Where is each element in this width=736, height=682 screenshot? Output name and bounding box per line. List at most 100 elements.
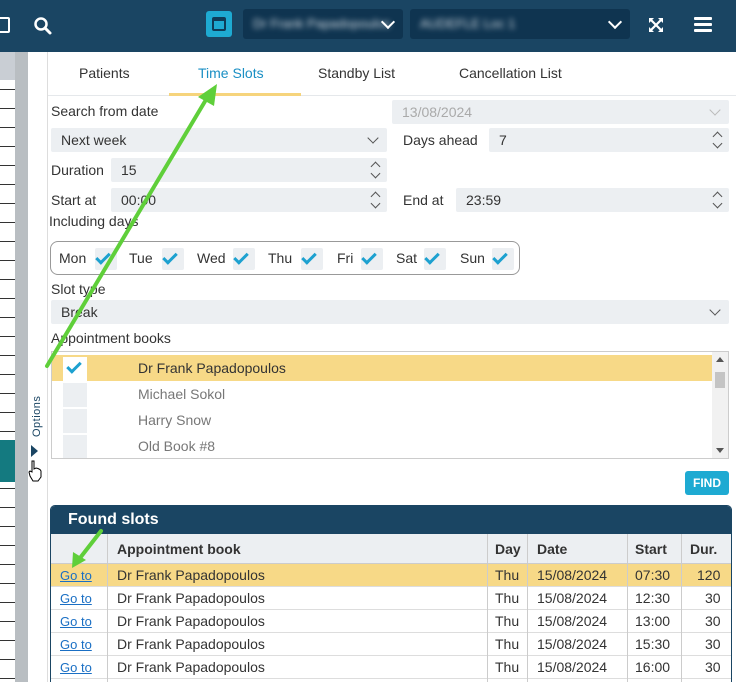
day-label-mon: Mon [59, 250, 87, 266]
calendar-grid-header [0, 52, 15, 80]
book-checkbox[interactable] [63, 383, 87, 407]
cell-duration: 30 [705, 659, 721, 675]
go-to-link[interactable]: Go to [60, 591, 92, 606]
cell-duration: 30 [705, 613, 721, 629]
column-appointment-book: Appointment book [117, 541, 241, 557]
day-label-sat: Sat [396, 250, 418, 266]
day-checkbox-sun[interactable] [492, 248, 514, 270]
cell-date: 15/08/2024 [537, 567, 608, 583]
expand-arrow-icon[interactable] [31, 445, 38, 457]
options-sidebar[interactable]: Options [28, 52, 48, 682]
slot-type-value: Break [61, 304, 98, 320]
day-checkbox-fri[interactable] [361, 248, 383, 270]
scroll-gutter [15, 52, 28, 682]
days-ahead-input[interactable]: 7 [489, 128, 729, 152]
expand-icon[interactable] [648, 17, 664, 33]
table-header: Appointment book Day Date Start Dur. [51, 534, 731, 564]
tab-standby-list[interactable]: Standby List [318, 65, 395, 81]
cell-start: 12:30 [635, 590, 671, 606]
top-bar: Dr Frank Papadopoulos AUDEFLE Loc 1 [0, 0, 736, 52]
time-slots-panel: Patients Time Slots Standby List Cancell… [48, 52, 736, 682]
duration-value: 15 [121, 162, 137, 178]
tab-patients[interactable]: Patients [79, 65, 130, 81]
appointment-books-label: Appointment books [51, 330, 171, 346]
spinner-icon[interactable] [713, 130, 723, 150]
table-row: Go to Dr Frank Papadopoulos Thu 15/08/20… [51, 564, 731, 587]
spinner-icon[interactable] [371, 160, 381, 180]
book-checkbox[interactable] [63, 357, 87, 381]
cell-day: Thu [495, 636, 520, 652]
list-scrollbar[interactable] [712, 352, 728, 458]
cell-book: Dr Frank Papadopoulos [117, 590, 265, 606]
list-item[interactable]: Michael Sokol [52, 381, 712, 407]
calendar-icon [212, 17, 226, 31]
start-at-input[interactable]: 00:00 [111, 188, 387, 212]
scroll-thumb[interactable] [715, 372, 725, 388]
book-checkbox[interactable] [63, 409, 87, 433]
calendar-grid-strip [0, 52, 15, 682]
chevron-down-icon [709, 304, 721, 316]
column-duration: Dur. [690, 541, 718, 557]
tab-time-slots[interactable]: Time Slots [198, 65, 264, 81]
location-select-value: AUDEFLE Loc 1 [420, 16, 516, 31]
spinner-icon[interactable] [713, 190, 723, 210]
chevron-down-icon [607, 14, 623, 30]
scroll-down-icon[interactable] [716, 448, 724, 453]
list-item[interactable]: Dr Frank Papadopoulos [52, 355, 712, 381]
calendar-button[interactable] [206, 11, 232, 37]
date-range-select[interactable]: Next week [51, 128, 387, 152]
cell-duration: 30 [705, 590, 721, 606]
end-at-value: 23:59 [466, 192, 502, 208]
day-checkbox-mon[interactable] [95, 248, 117, 270]
column-start: Start [635, 541, 667, 557]
book-name: Harry Snow [138, 412, 212, 428]
location-select[interactable]: AUDEFLE Loc 1 [410, 9, 630, 39]
day-label-sun: Sun [460, 250, 485, 266]
column-divider [527, 534, 528, 682]
doctor-select[interactable]: Dr Frank Papadopoulos [243, 9, 403, 39]
tab-bar: Patients Time Slots Standby List Cancell… [48, 52, 736, 96]
duration-input[interactable]: 15 [111, 158, 387, 182]
go-to-link[interactable]: Go to [60, 660, 92, 675]
calendar-appointment-block[interactable] [0, 440, 15, 482]
cell-day: Thu [495, 567, 520, 583]
column-date: Date [537, 541, 568, 557]
scroll-up-icon[interactable] [716, 357, 724, 362]
options-label: Options [31, 395, 43, 437]
slot-type-label: Slot type [51, 281, 106, 297]
slot-type-select[interactable]: Break [51, 300, 729, 324]
go-to-link[interactable]: Go to [60, 637, 92, 652]
day-checkbox-thu[interactable] [301, 248, 323, 270]
day-checkbox-tue[interactable] [162, 248, 184, 270]
tab-cancellation-list[interactable]: Cancellation List [459, 65, 562, 81]
book-checkbox[interactable] [63, 435, 87, 458]
cell-date: 15/08/2024 [537, 613, 608, 629]
table-row: Go to Dr Frank Papadopoulos Thu 15/08/20… [51, 587, 731, 610]
day-checkbox-wed[interactable] [233, 248, 255, 270]
go-to-link[interactable]: Go to [60, 614, 92, 629]
active-tab-indicator [169, 93, 301, 96]
column-divider [681, 534, 682, 682]
search-from-date-value: 13/08/2024 [402, 104, 473, 120]
day-label-tue: Tue [129, 250, 153, 266]
search-from-date-label: Search from date [51, 103, 159, 119]
cell-book: Dr Frank Papadopoulos [117, 636, 265, 652]
calendar-view-icon[interactable] [0, 17, 10, 33]
appointment-books-list: Dr Frank Papadopoulos Michael Sokol Harr… [51, 351, 729, 459]
go-to-link[interactable]: Go to [60, 568, 92, 583]
start-at-value: 00:00 [121, 192, 157, 208]
book-name: Dr Frank Papadopoulos [138, 360, 286, 376]
find-button[interactable]: FIND [685, 471, 729, 495]
list-item[interactable]: Old Book #8 [52, 433, 712, 458]
search-icon[interactable] [33, 16, 53, 36]
including-days-label: Including days [49, 213, 139, 229]
found-slots-panel: Found slots Appointment book Day Date St… [50, 505, 732, 682]
day-checkbox-sat[interactable] [424, 248, 446, 270]
column-divider [107, 534, 108, 682]
end-at-label: End at [403, 192, 444, 208]
chevron-down-icon [367, 132, 379, 144]
end-at-input[interactable]: 23:59 [456, 188, 729, 212]
list-item[interactable]: Harry Snow [52, 407, 712, 433]
hamburger-menu-icon[interactable] [694, 17, 712, 33]
spinner-icon[interactable] [371, 190, 381, 210]
